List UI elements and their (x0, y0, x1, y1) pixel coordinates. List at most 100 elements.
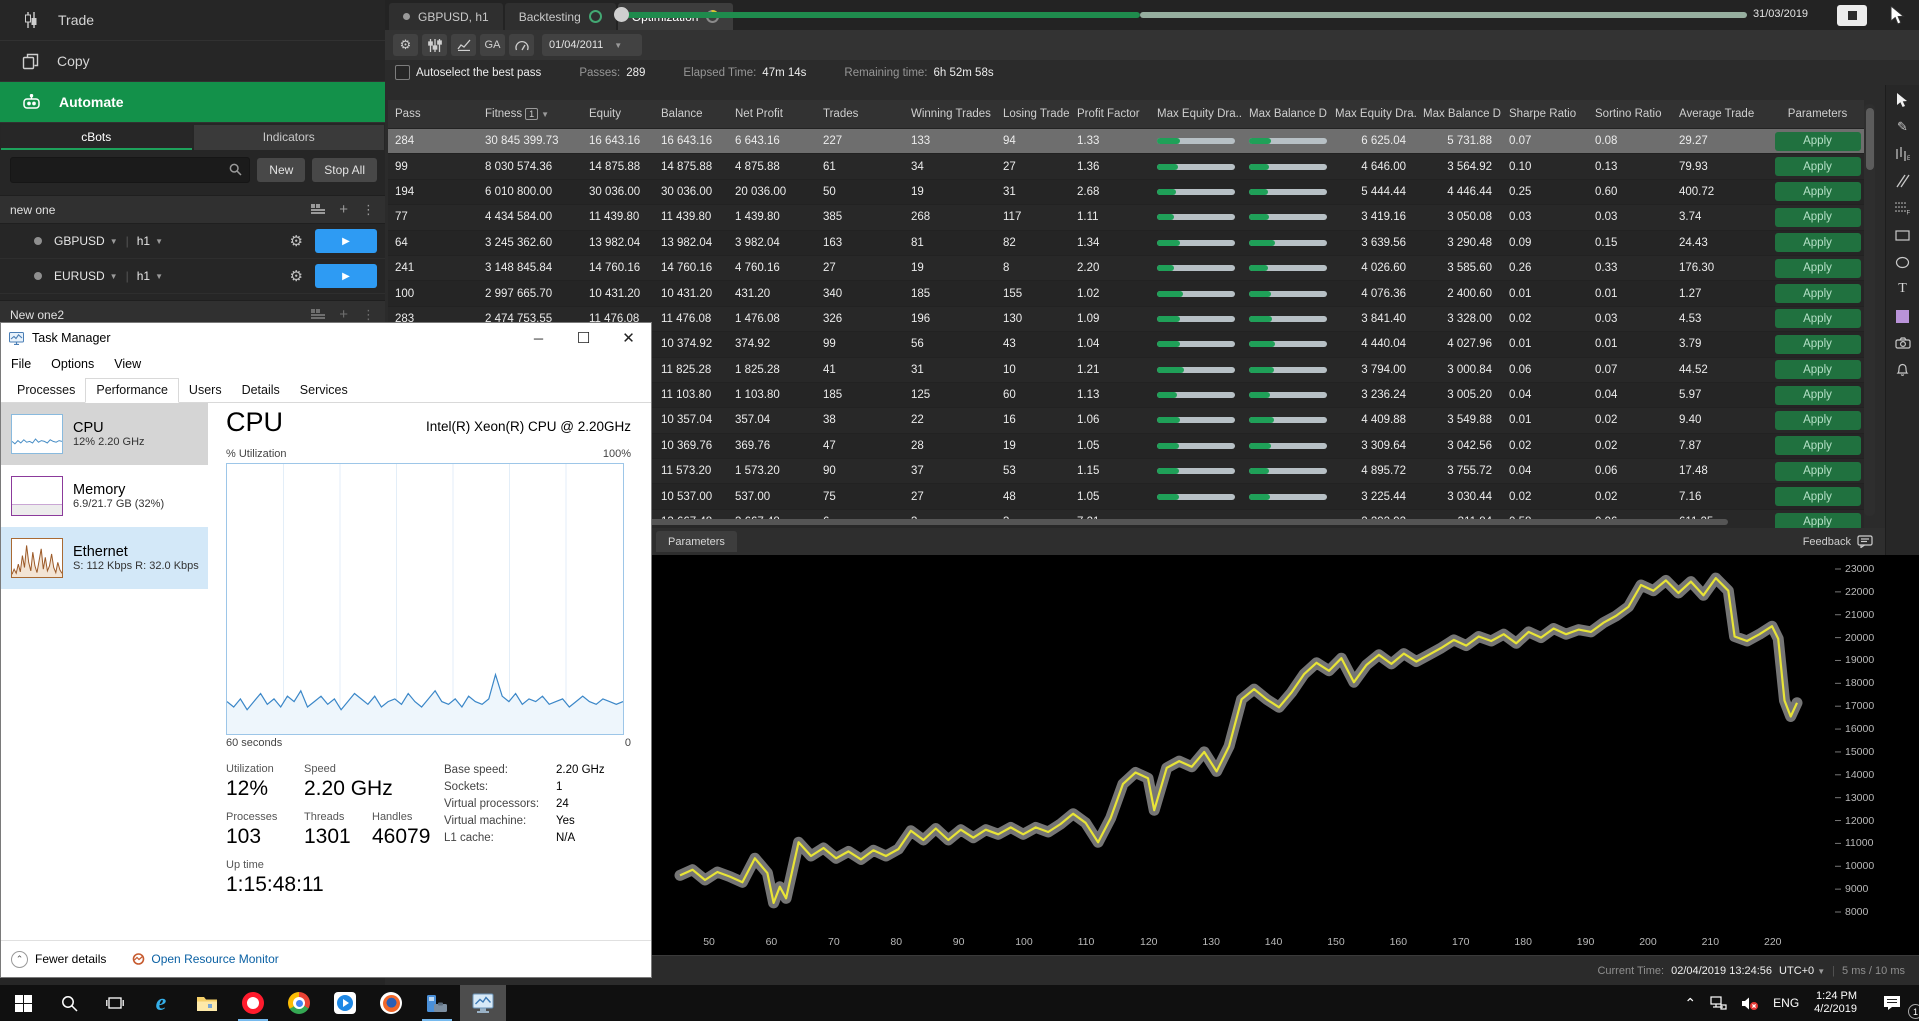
task-view-button[interactable] (92, 985, 138, 1021)
close-button[interactable]: ✕ (606, 323, 651, 353)
app-task-manager[interactable] (460, 985, 506, 1021)
column-header-equity[interactable]: Equity (582, 108, 654, 120)
stop-all-button[interactable]: Stop All (312, 158, 377, 182)
column-header-fitness[interactable]: Fitness1▼ (478, 108, 582, 120)
tab-cbots[interactable]: cBots (1, 125, 192, 150)
start-cbot-button[interactable]: ▶ (315, 229, 377, 253)
app-toolbox[interactable] (414, 985, 460, 1021)
column-header-trades[interactable]: Trades (816, 108, 904, 120)
pointer-icon[interactable] (1894, 91, 1912, 109)
app-opera[interactable] (230, 985, 276, 1021)
symbol-select[interactable]: GBPUSD (54, 234, 105, 248)
column-header-max-equity-dra-[interactable]: Max Equity Dra.. (1150, 108, 1242, 120)
grid-view-icon[interactable] (311, 204, 325, 216)
task-manager-window[interactable]: Task Manager ─ ☐ ✕ File Options View Pro… (0, 322, 652, 978)
add-instance-icon[interactable]: + (339, 306, 348, 323)
tab-chart-gbpusd[interactable]: GBPUSD, h1 (389, 3, 503, 30)
apply-button[interactable]: Apply (1775, 386, 1861, 405)
date-range-slider[interactable] (622, 12, 1747, 18)
more-options-icon[interactable]: ⋮ (362, 307, 375, 323)
tab-indicators[interactable]: Indicators (194, 125, 385, 150)
indicator-icon[interactable]: E (1894, 145, 1912, 163)
gear-icon[interactable]: ⚙ (290, 267, 303, 285)
apply-button[interactable]: Apply (1775, 487, 1861, 506)
sidebar-item-automate[interactable]: Automate (0, 82, 385, 123)
sidebar-item-cpu[interactable]: CPU 12% 2.20 GHz (1, 403, 208, 465)
task-manager-titlebar[interactable]: Task Manager ─ ☐ ✕ (1, 323, 651, 353)
table-vertical-scrollbar[interactable] (1864, 104, 1875, 516)
tab-performance[interactable]: Performance (85, 378, 179, 403)
table-row[interactable]: 998 030 574.3614 875.8814 875.884 875.88… (388, 154, 1864, 179)
apply-button[interactable]: Apply (1775, 157, 1861, 176)
timeframe-select[interactable]: h1 (137, 234, 150, 248)
app-chrome[interactable] (276, 985, 322, 1021)
bell-icon[interactable] (1894, 361, 1912, 379)
sidebar-item-copy[interactable]: Copy (0, 41, 385, 82)
pencil-icon[interactable]: ✎ (1894, 118, 1912, 136)
apply-button[interactable]: Apply (1775, 309, 1861, 328)
more-options-icon[interactable]: ⋮ (362, 202, 375, 218)
scrollbar-thumb[interactable] (1866, 108, 1874, 170)
column-header-net-profit[interactable]: Net Profit (728, 108, 816, 120)
tab-backtesting[interactable]: Backtesting (505, 3, 616, 30)
menu-view[interactable]: View (114, 357, 141, 371)
table-row[interactable]: 1002 997 665.7010 431.2010 431.20431.203… (388, 281, 1864, 306)
network-tray-icon[interactable] (1703, 985, 1734, 1021)
sidebar-item-ethernet[interactable]: Ethernet S: 112 Kbps R: 32.0 Kbps (1, 527, 208, 589)
column-header-average-trade[interactable]: Average Trade (1672, 108, 1764, 120)
feedback-button[interactable]: Feedback (1803, 535, 1873, 548)
apply-button[interactable]: Apply (1775, 436, 1861, 455)
stop-optimization-button[interactable] (1837, 5, 1867, 26)
column-header-losing-trades[interactable]: Losing Trades (996, 108, 1070, 120)
autoselect-checkbox[interactable] (395, 65, 410, 80)
apply-button[interactable]: Apply (1775, 335, 1861, 354)
maximize-button[interactable]: ☐ (561, 323, 606, 353)
apply-button[interactable]: Apply (1775, 132, 1861, 151)
hidden-icons-button[interactable]: ⌃ (1677, 985, 1703, 1021)
text-icon[interactable]: T (1894, 280, 1912, 298)
apply-button[interactable]: Apply (1775, 360, 1861, 379)
search-input[interactable] (10, 157, 250, 183)
sidebar-item-memory[interactable]: Memory 6.9/21.7 GB (32%) (1, 465, 208, 527)
speed-button[interactable] (509, 34, 534, 56)
cbot-instance-row[interactable]: EURUSD▼ | h1▼ ⚙ ▶ (0, 259, 385, 294)
start-cbot-button[interactable]: ▶ (315, 264, 377, 288)
timeframe-select[interactable]: h1 (137, 269, 150, 283)
grid-view-icon[interactable] (311, 309, 325, 321)
column-header-pass[interactable]: Pass (388, 108, 478, 120)
cbot-instance-row[interactable]: GBPUSD▼ | h1▼ ⚙ ▶ (0, 224, 385, 259)
fibonacci-icon[interactable]: F (1894, 199, 1912, 217)
apply-button[interactable]: Apply (1775, 411, 1861, 430)
apply-button[interactable]: Apply (1775, 208, 1861, 227)
minimize-button[interactable]: ─ (516, 323, 561, 353)
apply-button[interactable]: Apply (1775, 233, 1861, 252)
app-file-explorer[interactable] (184, 985, 230, 1021)
app-internet-explorer[interactable]: e (138, 985, 184, 1021)
add-instance-icon[interactable]: + (339, 201, 348, 218)
table-row[interactable]: 2413 148 845.8414 760.1614 760.164 760.1… (388, 256, 1864, 281)
apply-button[interactable]: Apply (1775, 182, 1861, 201)
column-header-parameters[interactable]: Parameters (1764, 108, 1864, 120)
open-resource-monitor-link[interactable]: Open Resource Monitor (132, 952, 278, 966)
column-header-sharpe-ratio[interactable]: Sharpe Ratio (1502, 108, 1588, 120)
trendlines-icon[interactable] (1894, 172, 1912, 190)
apply-button[interactable]: Apply (1775, 462, 1861, 481)
cbot-group-header[interactable]: new one + ⋮ (0, 195, 385, 224)
table-row[interactable]: 1946 010 800.0030 036.0030 036.0020 036.… (388, 180, 1864, 205)
date-from-select[interactable]: 01/04/2011 ▼ (542, 34, 642, 56)
tab-users[interactable]: Users (179, 379, 232, 402)
app-blue[interactable] (322, 985, 368, 1021)
tab-services[interactable]: Services (290, 379, 358, 402)
table-row[interactable]: 28430 845 399.7316 643.1616 643.166 643.… (388, 129, 1864, 154)
menu-file[interactable]: File (11, 357, 31, 371)
column-header-sortino-ratio[interactable]: Sortino Ratio (1588, 108, 1672, 120)
tab-parameters[interactable]: Parameters (656, 531, 737, 552)
menu-options[interactable]: Options (51, 357, 94, 371)
apply-button[interactable]: Apply (1775, 259, 1861, 278)
ellipse-icon[interactable] (1894, 253, 1912, 271)
column-header-profit-factor[interactable]: Profit Factor (1070, 108, 1150, 120)
tab-processes[interactable]: Processes (7, 379, 85, 402)
volume-tray-icon[interactable] (1734, 985, 1766, 1021)
column-header-max-equity-dra-[interactable]: Max Equity Dra.. (1328, 108, 1416, 120)
new-cbot-button[interactable]: New (257, 158, 305, 182)
